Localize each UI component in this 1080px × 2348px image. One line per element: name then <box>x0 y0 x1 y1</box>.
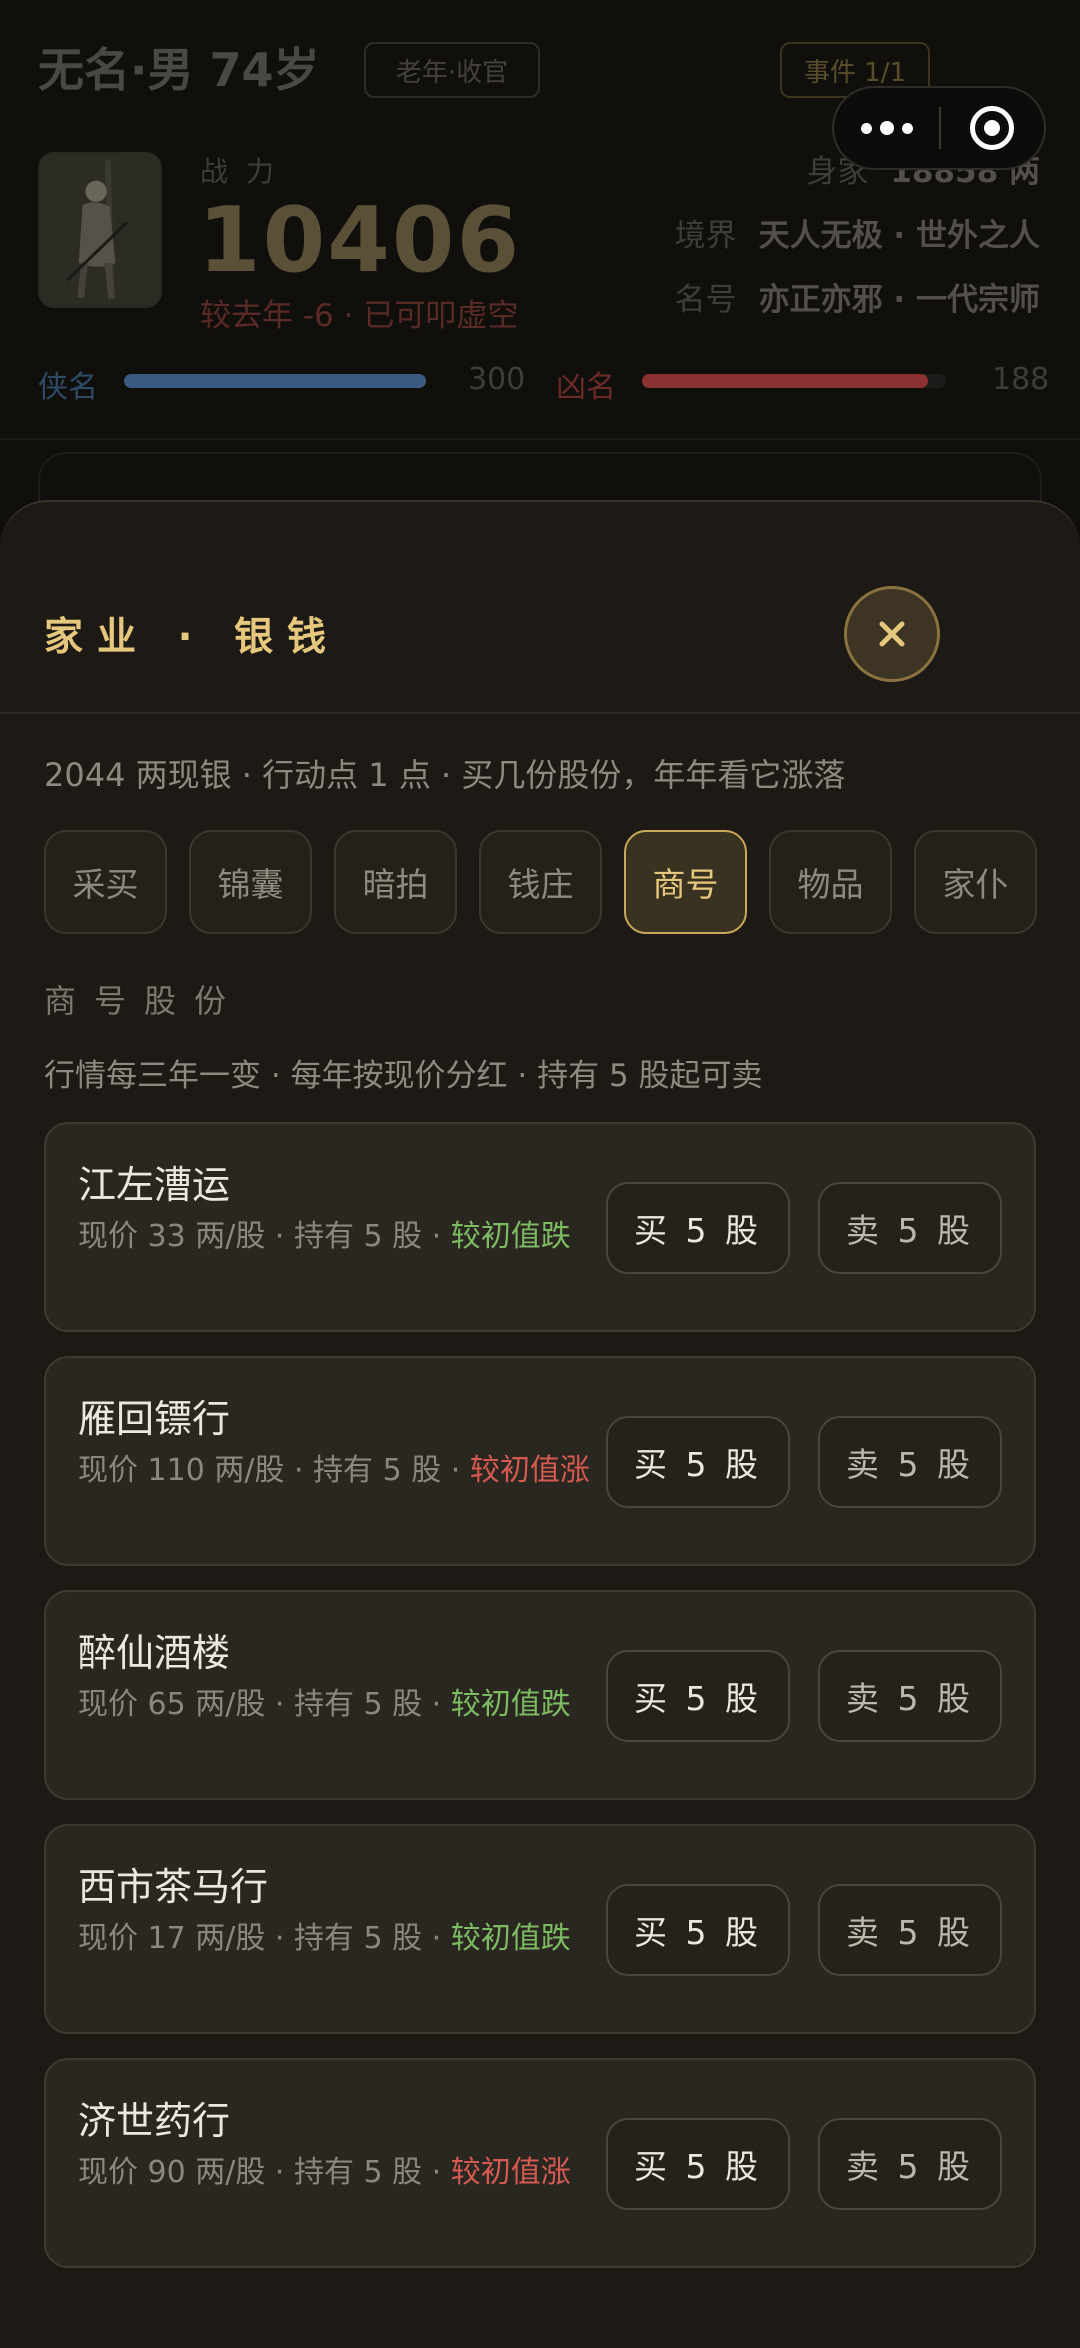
title-row: 名号 亦正亦邪 · 一代宗师 <box>675 274 1040 319</box>
list-item: 醉仙酒楼现价 65 两/股 · 持有 5 股 · 较初值跌买 5 股卖 5 股 <box>44 1590 1036 1800</box>
stock-info: 现价 90 两/股 · 持有 5 股 · 较初值涨 <box>78 2150 598 2196</box>
target-icon[interactable] <box>941 88 1044 168</box>
sheet-header: 家业 · 银钱 <box>0 502 1080 714</box>
stock-price-info: 现价 90 两/股 · 持有 5 股 · <box>78 2155 451 2190</box>
stock-trend: 较初值涨 <box>450 2155 571 2190</box>
avatar <box>38 152 162 308</box>
avatar-figure-icon <box>40 154 160 306</box>
stock-trend: 较初值跌 <box>450 1687 571 1722</box>
list-item: 西市茶马行现价 17 两/股 · 持有 5 股 · 较初值跌买 5 股卖 5 股 <box>44 1824 1036 2034</box>
power-label: 战力 <box>200 155 293 188</box>
stock-name: 雁回镖行 <box>78 1397 231 1441</box>
infamy-label: 凶名 <box>556 370 616 405</box>
profile-panel: 无名·男 74岁 老年·收官 事件 1/1 战力 10406 较去年 -6 · … <box>0 0 1080 572</box>
title-label: 名号 <box>674 282 737 318</box>
miniprogram-capsule <box>832 86 1046 170</box>
buy-button[interactable]: 买 5 股 <box>606 1416 790 1508</box>
realm-value: 天人无极 · 世外之人 <box>758 218 1040 254</box>
chivalry-bar <box>124 374 426 388</box>
buy-button[interactable]: 买 5 股 <box>606 1650 790 1742</box>
list-item: 雁回镖行现价 110 两/股 · 持有 5 股 · 较初值涨买 5 股卖 5 股 <box>44 1356 1036 1566</box>
chivalry-bar-fill <box>124 374 426 388</box>
stock-info: 现价 17 两/股 · 持有 5 股 · 较初值跌 <box>78 1916 598 1962</box>
stock-info: 现价 110 两/股 · 持有 5 股 · 较初值涨 <box>78 1448 598 1494</box>
close-button[interactable] <box>844 586 940 682</box>
tab-0[interactable]: 采买 <box>44 830 167 934</box>
realm-row: 境界 天人无极 · 世外之人 <box>675 210 1040 255</box>
stock-info: 现价 65 两/股 · 持有 5 股 · 较初值跌 <box>78 1682 598 1728</box>
sheet-title: 家业 · 银钱 <box>44 615 340 660</box>
infamy-bar <box>642 374 946 388</box>
stock-name: 济世药行 <box>78 2099 231 2143</box>
stock-price-info: 现价 65 两/股 · 持有 5 股 · <box>78 1687 451 1722</box>
sell-button[interactable]: 卖 5 股 <box>818 1650 1002 1742</box>
tab-6[interactable]: 家仆 <box>914 830 1037 934</box>
divider <box>0 438 1080 440</box>
stock-name: 西市茶马行 <box>78 1865 269 1909</box>
close-icon <box>879 621 905 647</box>
buy-button[interactable]: 买 5 股 <box>606 1182 790 1274</box>
funds-summary: 2044 两现银 · 行动点 1 点 · 买几份股份，年年看它涨落 <box>44 756 846 794</box>
stock-price-info: 现价 33 两/股 · 持有 5 股 · <box>78 1219 451 1254</box>
stock-trend: 较初值跌 <box>450 1219 571 1254</box>
tab-2[interactable]: 暗拍 <box>334 830 457 934</box>
life-stage-badge: 老年·收官 <box>364 42 540 98</box>
sell-button[interactable]: 卖 5 股 <box>818 1182 1002 1274</box>
sell-button[interactable]: 卖 5 股 <box>818 1416 1002 1508</box>
category-tabs: 采买 锦囊 暗拍 钱庄 商号 物品 家仆 <box>44 830 1037 934</box>
buy-button[interactable]: 买 5 股 <box>606 1884 790 1976</box>
power-change: 较去年 -6 · 已可叩虚空 <box>200 298 519 334</box>
realm-label: 境界 <box>674 218 737 254</box>
sell-button[interactable]: 卖 5 股 <box>818 2118 1002 2210</box>
sell-button[interactable]: 卖 5 股 <box>818 1884 1002 1976</box>
section-description: 行情每三年一变 · 每年按现价分红 · 持有 5 股起可卖 <box>44 1058 763 1094</box>
stock-price-info: 现价 17 两/股 · 持有 5 股 · <box>78 1921 451 1956</box>
more-dots-icon[interactable] <box>834 88 939 168</box>
list-item: 济世药行现价 90 两/股 · 持有 5 股 · 较初值涨买 5 股卖 5 股 <box>44 2058 1036 2268</box>
tab-4[interactable]: 商号 <box>624 830 747 934</box>
chivalry-label: 侠名 <box>38 370 98 405</box>
bottom-sheet: 家业 · 银钱 2044 两现银 · 行动点 1 点 · 买几份股份，年年看它涨… <box>0 500 1080 2348</box>
tab-1[interactable]: 锦囊 <box>189 830 312 934</box>
buy-button[interactable]: 买 5 股 <box>606 2118 790 2210</box>
stock-trend: 较初值涨 <box>469 1453 590 1488</box>
power-value: 10406 <box>198 188 522 293</box>
stock-list: 江左漕运 现价 33 两/股 · 持有 5 股 · 较初值跌买 5 股卖 5 股雁… <box>44 1122 1036 2292</box>
tab-3[interactable]: 钱庄 <box>479 830 602 934</box>
stock-name: 醉仙酒楼 <box>78 1631 231 1675</box>
stock-name: 江左漕运 <box>78 1163 231 1207</box>
list-item: 江左漕运现价 33 两/股 · 持有 5 股 · 较初值跌买 5 股卖 5 股 <box>44 1122 1036 1332</box>
infamy-value: 188 <box>992 362 1050 397</box>
chivalry-value: 300 <box>468 362 526 397</box>
character-name: 无名·男 74岁 <box>38 43 320 97</box>
infamy-bar-fill <box>642 374 928 388</box>
stock-price-info: 现价 110 两/股 · 持有 5 股 · <box>78 1453 470 1488</box>
stock-info: 现价 33 两/股 · 持有 5 股 · 较初值跌 <box>78 1214 598 1260</box>
tab-5[interactable]: 物品 <box>769 830 892 934</box>
title-value: 亦正亦邪 · 一代宗师 <box>758 282 1040 318</box>
section-title: 商号股份 <box>44 982 245 1020</box>
stock-trend: 较初值跌 <box>450 1921 571 1956</box>
